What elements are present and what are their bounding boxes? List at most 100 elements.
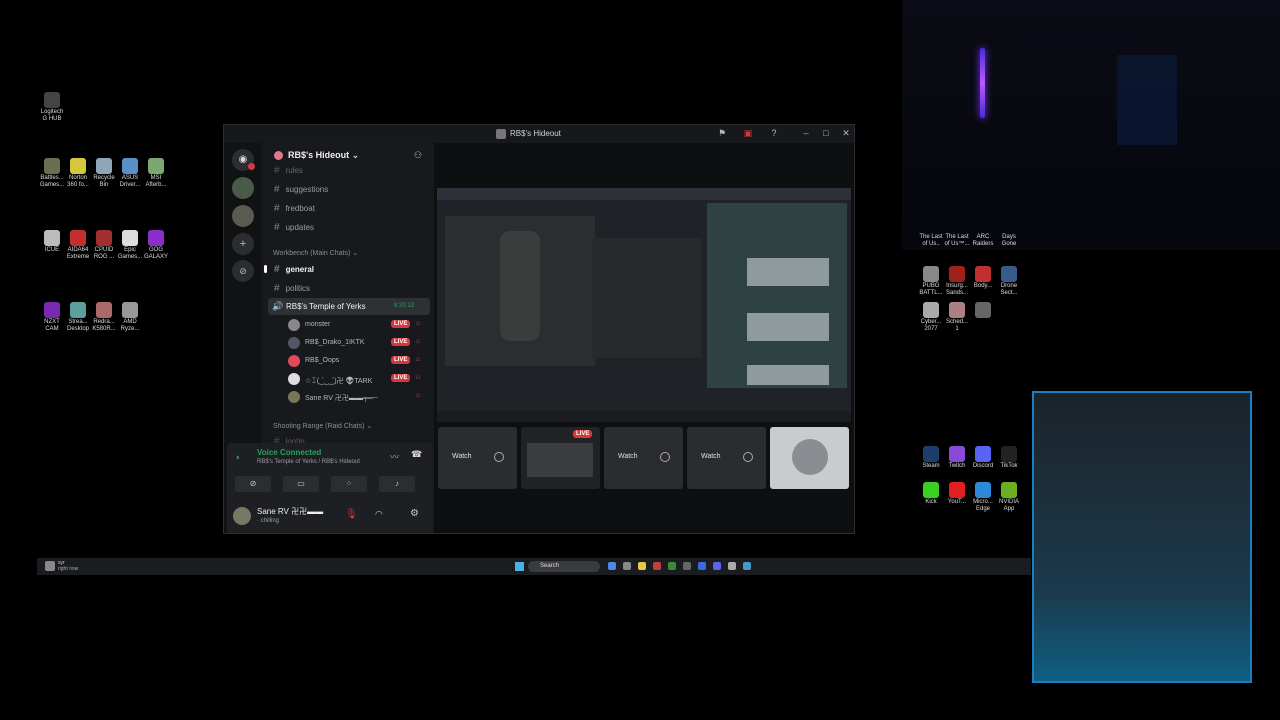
server-avatar-2[interactable]: [232, 205, 254, 227]
explore-icon[interactable]: ⊘: [232, 260, 254, 282]
stream-tile[interactable]: LIVE: [521, 427, 600, 489]
desktop-icon[interactable]: Sched... 1: [944, 302, 970, 333]
username[interactable]: Sane RV 卍卍▬▬: [257, 506, 323, 517]
taskbar-app-icon[interactable]: [668, 562, 676, 570]
voice-channel-row[interactable]: 🔊 RB$'s Temple of Yerks 8:20:13: [268, 298, 430, 315]
desktop-icon[interactable]: MSI Afterb...: [143, 158, 169, 189]
stream-tile[interactable]: Watch: [604, 427, 683, 489]
screen-share-button[interactable]: ▭: [283, 476, 319, 492]
desktop-icon[interactable]: Steam: [918, 446, 944, 470]
app-icon: [44, 92, 60, 108]
taskbar-app-icon[interactable]: [713, 562, 721, 570]
desktop-icon[interactable]: Strea... Desktop: [65, 302, 91, 333]
taskbar-app-icon[interactable]: [653, 562, 661, 570]
desktop-icon[interactable]: The Last of Us..: [918, 234, 944, 249]
activities-button[interactable]: ⁘: [331, 476, 367, 492]
headset-icon[interactable]: ◠: [375, 509, 383, 520]
desktop-icon[interactable]: Cyber... 2077: [918, 302, 944, 333]
watch-button[interactable]: Watch: [618, 453, 638, 460]
desktop-icon[interactable]: Redra... K580R...: [91, 302, 117, 333]
stream-tile[interactable]: Watch: [687, 427, 766, 489]
desktop-icon[interactable]: Recycle Bin: [91, 158, 117, 189]
desktop-icon[interactable]: PUBG BATTL...: [918, 266, 944, 297]
screen-icon[interactable]: ▣: [742, 128, 754, 139]
taskbar-app-icon[interactable]: [683, 562, 691, 570]
desktop-icon[interactable]: Days Gone: [996, 234, 1022, 249]
desktop-icon[interactable]: TikTok: [996, 446, 1022, 470]
desktop-icon[interactable]: Kick: [918, 482, 944, 506]
popout-icon[interactable]: [660, 452, 670, 462]
inbox-icon[interactable]: ⚑: [716, 128, 728, 139]
desktop-icon[interactable]: Drone Sect...: [996, 266, 1022, 297]
activity-icon: ⌂: [416, 392, 421, 399]
user-avatar: [288, 391, 300, 403]
desktop-icon[interactable]: Insurg... Sands...: [944, 266, 970, 297]
taskbar-app-icon[interactable]: [638, 562, 646, 570]
desktop-icon[interactable]: GOG GALAXY: [143, 230, 169, 261]
desktop-icon[interactable]: ICUE: [39, 230, 65, 254]
minimize-icon[interactable]: –: [800, 128, 812, 138]
channel-general[interactable]: # general: [274, 264, 314, 275]
watch-button[interactable]: Watch: [701, 453, 721, 460]
desktop-icon[interactable]: NVIDIA App: [996, 482, 1022, 513]
desktop-icon[interactable]: Twitch: [944, 446, 970, 470]
desktop-icon[interactable]: Logitech G HUB: [39, 92, 65, 123]
channel-suggestions[interactable]: # suggestions: [274, 184, 328, 195]
channel-politics[interactable]: # politics: [274, 283, 310, 294]
desktop-icon[interactable]: ARC Raiders: [970, 234, 996, 249]
taskbar-app-icon[interactable]: [743, 562, 751, 570]
desktop-icon[interactable]: CPUID ROG ...: [91, 230, 117, 261]
taskbar-app-icon[interactable]: [698, 562, 706, 570]
disconnect-icon[interactable]: ☎: [411, 449, 422, 460]
desktop-icon[interactable]: [970, 302, 996, 319]
add-server-icon[interactable]: +: [232, 233, 254, 255]
desktop-icon[interactable]: The Last of Us™...: [944, 234, 970, 249]
channel-rules[interactable]: # rules: [274, 165, 303, 176]
stream-tile[interactable]: [770, 427, 849, 489]
voice-user[interactable]: RB$_Oops LIVE ⌂: [288, 355, 428, 369]
start-icon[interactable]: [515, 562, 524, 571]
user-avatar[interactable]: [233, 507, 251, 525]
desktop-icon[interactable]: NZXT CAM: [39, 302, 65, 333]
weather-icon[interactable]: [45, 561, 55, 571]
desktop-icon[interactable]: YouT...: [944, 482, 970, 506]
desktop-icon[interactable]: AIDA64 Extreme: [65, 230, 91, 261]
taskbar-search[interactable]: Search: [528, 561, 600, 572]
channel-updates[interactable]: # updates: [274, 222, 314, 233]
desktop-icon[interactable]: Epic Games...: [117, 230, 143, 261]
category-shooting-range[interactable]: Shooting Range (Raid Chats) ⌄: [273, 422, 372, 430]
desktop-icon[interactable]: Discord: [970, 446, 996, 470]
desktop-icon[interactable]: Body...: [970, 266, 996, 290]
voice-user[interactable]: RB$_Drako_1IKTK LIVE ⌂: [288, 337, 428, 351]
desktop-icon[interactable]: AMD Ryze...: [117, 302, 143, 333]
voice-channel-path[interactable]: RB$'s Temple of Yerks / RB$'s Hideout: [257, 459, 360, 465]
watch-button[interactable]: Watch: [452, 453, 472, 460]
mic-muted-icon[interactable]: 🎙: [345, 509, 358, 520]
taskbar-app-icon[interactable]: [728, 562, 736, 570]
help-icon[interactable]: ?: [768, 128, 780, 138]
stream-tile[interactable]: Watch: [438, 427, 517, 489]
settings-gear-icon[interactable]: ⚙: [410, 508, 419, 519]
camera-off-button[interactable]: ⊘: [235, 476, 271, 492]
desktop-icon[interactable]: ASUS Driver...: [117, 158, 143, 189]
desktop-icon[interactable]: Micro... Edge: [970, 482, 996, 513]
desktop-icon[interactable]: Norton 360 fo...: [65, 158, 91, 189]
channel-fredboat[interactable]: # fredboat: [274, 203, 315, 214]
close-icon[interactable]: ✕: [840, 128, 852, 139]
desktop-icon[interactable]: Battles... Games...: [39, 158, 65, 189]
taskbar-app-icon[interactable]: [623, 562, 631, 570]
voice-user[interactable]: ☆ꀤ(‿̀_‿́)卍 👽TARK LIVE ⌂: [288, 373, 428, 387]
voice-user[interactable]: Sane RV 卍卍▬▬╤═─ ⌂: [288, 391, 428, 405]
noise-suppression-icon[interactable]: 〰: [390, 450, 399, 463]
category-workbench[interactable]: Workbench (Main Chats) ⌄: [273, 249, 358, 257]
taskbar-app-icon[interactable]: [608, 562, 616, 570]
voice-user[interactable]: monster LIVE ⌂: [288, 319, 428, 333]
server-name[interactable]: RB$'s Hideout ⌄: [288, 150, 359, 161]
popout-icon[interactable]: [494, 452, 504, 462]
server-avatar-1[interactable]: [232, 177, 254, 199]
add-member-icon[interactable]: ⚇: [414, 150, 422, 161]
stream-view[interactable]: [437, 188, 851, 422]
maximize-icon[interactable]: □: [820, 128, 832, 138]
popout-icon[interactable]: [743, 452, 753, 462]
soundboard-button[interactable]: ♪: [379, 476, 415, 492]
